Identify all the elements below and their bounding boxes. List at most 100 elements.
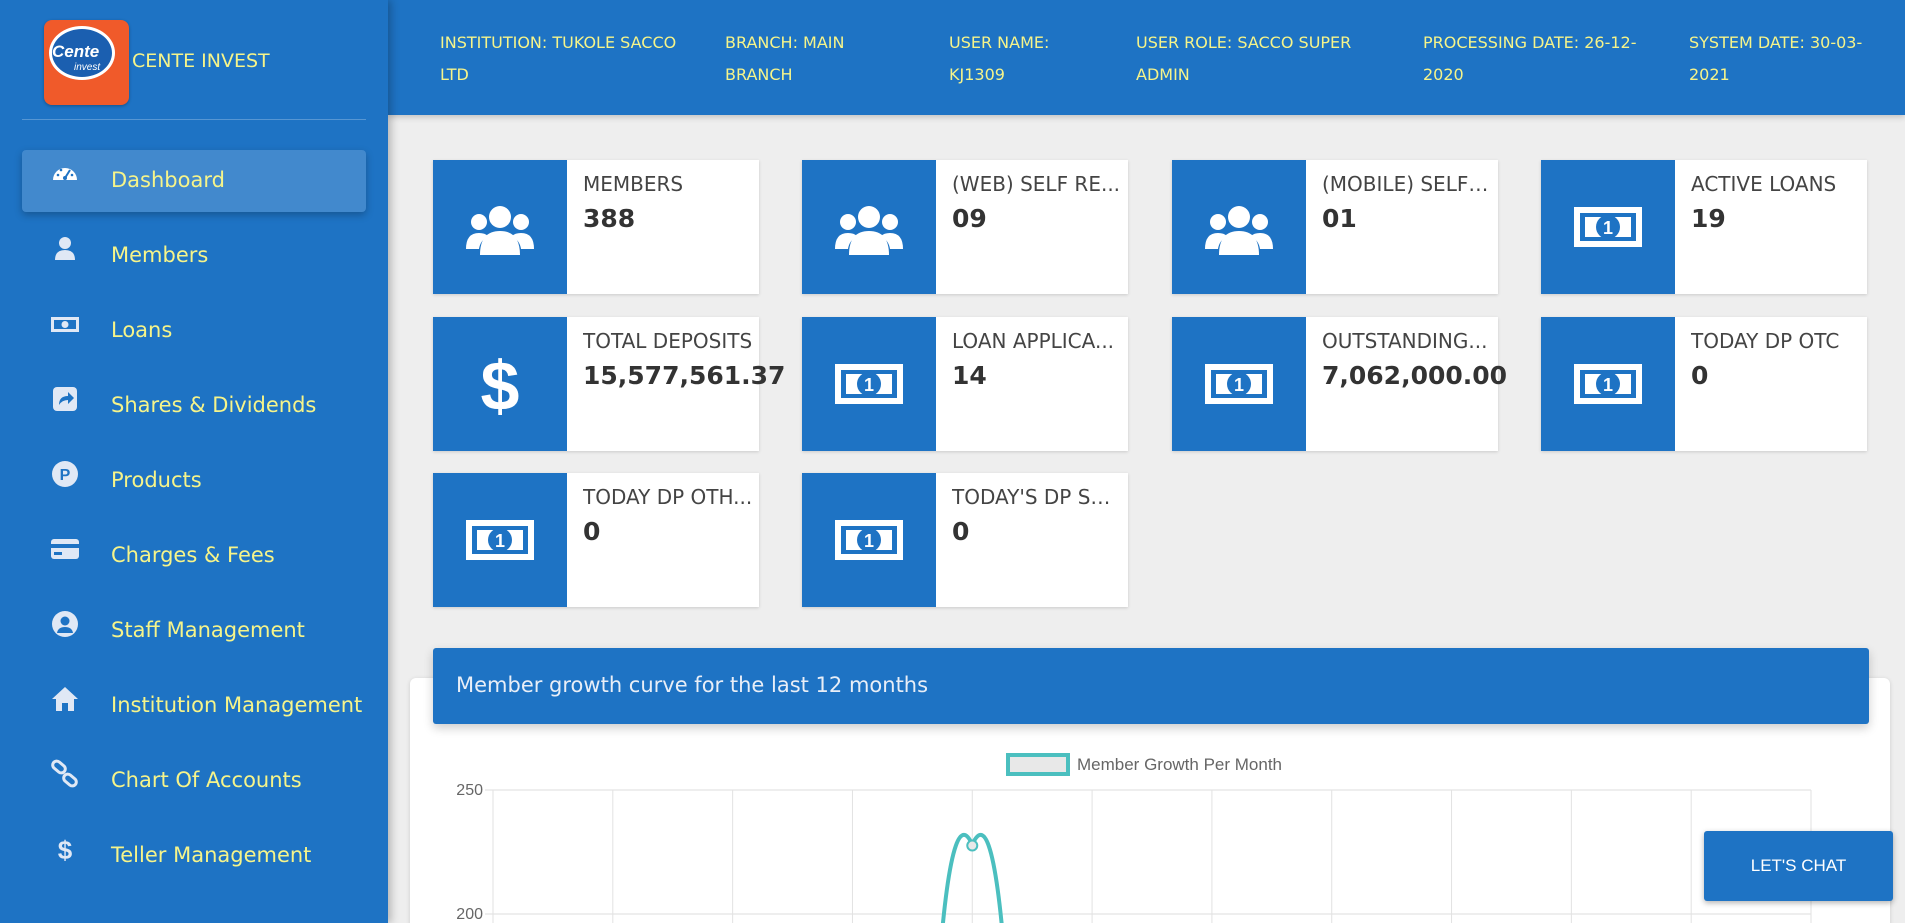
stat-card[interactable]: 1 ACTIVE LOANS 19 [1541,160,1867,294]
users-icon [433,160,567,294]
money-icon: 1 [1541,317,1675,451]
chart-panel-header: Member growth curve for the last 12 mont… [433,648,1869,724]
legend-label: Member Growth Per Month [1077,755,1282,774]
money-icon [50,309,80,339]
stat-card-value: 09 [952,204,987,233]
sidebar-item-label: Members [111,243,209,267]
sidebar-item-label: Shares & Dividends [111,393,317,417]
stat-card[interactable]: 1 LOAN APPLICA... 14 [802,317,1128,451]
header-system-date: SYSTEM DATE: 30-03- 2021 [1689,33,1863,84]
sidebar-nav: Dashboard Members Loans Shares & Dividen… [0,145,388,895]
svg-text:1: 1 [1603,375,1613,395]
users-icon [802,160,936,294]
sidebar-item-label: Charges & Fees [111,543,275,567]
sidebar: Cente invest CENTE INVEST Dashboard Memb… [0,0,388,923]
stat-card-label: OUTSTANDING... [1322,329,1488,353]
stat-card[interactable]: 1 TODAY'S DP SU... 0 [802,473,1128,607]
logo-text: Cente [52,42,100,61]
stat-card-value: 19 [1691,204,1726,233]
sidebar-item-label: Institution Management [111,693,363,717]
stat-card-value: 14 [952,361,987,390]
dollar-icon: $ [50,834,80,865]
stat-card[interactable]: $ TOTAL DEPOSITS 15,577,561.37 [433,317,785,451]
money-icon: 1 [1541,160,1675,294]
stat-card-value: 01 [1322,204,1357,233]
stat-card-value: 0 [1691,361,1709,390]
sidebar-item-loans[interactable]: Loans [0,295,388,370]
header-processing-date: PROCESSING DATE: 26-12- 2020 [1423,33,1637,84]
svg-text:$: $ [481,350,520,418]
sidebar-item-members[interactable]: Members [0,220,388,295]
sidebar-item-accounts[interactable]: Chart Of Accounts [0,745,388,820]
share-icon [50,384,80,414]
stat-card-label: TODAY DP OTH... [583,485,753,509]
stat-card-label: LOAN APPLICA... [952,329,1115,353]
user-circle-icon [50,609,80,639]
chart-panel-title: Member growth curve for the last 12 mont… [456,673,929,697]
stat-card[interactable]: (WEB) SELF RE... 09 [802,160,1128,294]
user-icon [50,234,80,264]
sidebar-item-products[interactable]: P Products [0,445,388,520]
svg-text:1: 1 [864,375,874,395]
sidebar-item-label: Products [111,468,202,492]
svg-text:$: $ [58,835,73,864]
header-user-role: USER ROLE: SACCO SUPER ADMIN [1136,33,1352,84]
stat-card[interactable]: 1 OUTSTANDING... 7,062,000.00 [1172,317,1507,451]
credit-card-icon [50,534,80,564]
stat-card[interactable]: 1 TODAY DP OTC 0 [1541,317,1867,451]
header-branch: BRANCH: MAIN BRANCH [725,33,845,84]
sidebar-item-label: Staff Management [111,618,305,642]
sidebar-item-label: Dashboard [111,168,225,192]
money-icon: 1 [433,473,567,607]
sidebar-item-institution[interactable]: Institution Management [0,670,388,745]
stat-card[interactable]: 1 TODAY DP OTH... 0 [433,473,759,607]
users-icon [1172,160,1306,294]
svg-text:1: 1 [495,531,505,551]
y-tick-label: 250 [456,782,483,799]
money-icon: 1 [802,317,936,451]
data-point[interactable] [966,839,979,852]
link-icon [50,759,80,789]
svg-text:P: P [60,467,71,484]
stat-card-value: 0 [952,517,970,546]
stat-card-label: TODAY DP OTC [1691,329,1840,353]
stat-card[interactable]: (MOBILE) SELF ... 01 [1172,160,1498,294]
sidebar-item-label: Loans [111,318,173,342]
svg-text:1: 1 [1234,375,1244,395]
member-growth-chart: Member Growth Per Month 250 200 [456,753,1812,923]
sidebar-item-label: Chart Of Accounts [111,768,302,792]
stat-card-label: TODAY'S DP SU... [952,485,1122,509]
stat-card-value: 0 [583,517,601,546]
stat-card-label: MEMBERS [583,172,684,196]
stat-card-value: 7,062,000.00 [1322,361,1508,390]
sidebar-item-teller[interactable]: $ Teller Management [0,820,388,895]
y-tick-label: 200 [456,906,483,923]
brand-logo[interactable]: Cente invest [44,20,129,105]
dollar-icon: $ [433,317,567,451]
header-user-name: USER NAME: KJ1309 [949,33,1050,84]
sidebar-item-charges[interactable]: Charges & Fees [0,520,388,595]
stat-card-label: TOTAL DEPOSITS [583,329,753,353]
stat-card[interactable]: MEMBERS 388 [433,160,759,294]
top-header: INSTITUTION: TUKOLE SACCO LTD BRANCH: MAI… [388,0,1905,115]
lets-chat-button[interactable]: LET'S CHAT [1704,831,1893,901]
stat-card-value: 15,577,561.37 [583,361,786,390]
dashboard-icon [50,159,80,189]
brand: Cente invest CENTE INVEST [22,0,366,120]
sidebar-item-label: Teller Management [111,843,312,867]
money-icon: 1 [1172,317,1306,451]
logo-subtext: invest [74,62,101,73]
sidebar-item-staff[interactable]: Staff Management [0,595,388,670]
stat-card-label: (WEB) SELF RE... [952,172,1121,196]
stat-card-value: 388 [583,204,636,233]
sidebar-item-shares[interactable]: Shares & Dividends [0,370,388,445]
header-institution: INSTITUTION: TUKOLE SACCO LTD [440,33,677,84]
stat-card-label: ACTIVE LOANS [1691,172,1837,196]
sidebar-item-dashboard[interactable]: Dashboard [0,145,388,220]
svg-text:1: 1 [864,531,874,551]
legend-swatch [1006,753,1070,776]
chart-legend[interactable]: Member Growth Per Month [1006,753,1282,776]
brand-name: CENTE INVEST [132,50,270,72]
product-icon: P [50,459,80,489]
home-icon [50,684,80,714]
